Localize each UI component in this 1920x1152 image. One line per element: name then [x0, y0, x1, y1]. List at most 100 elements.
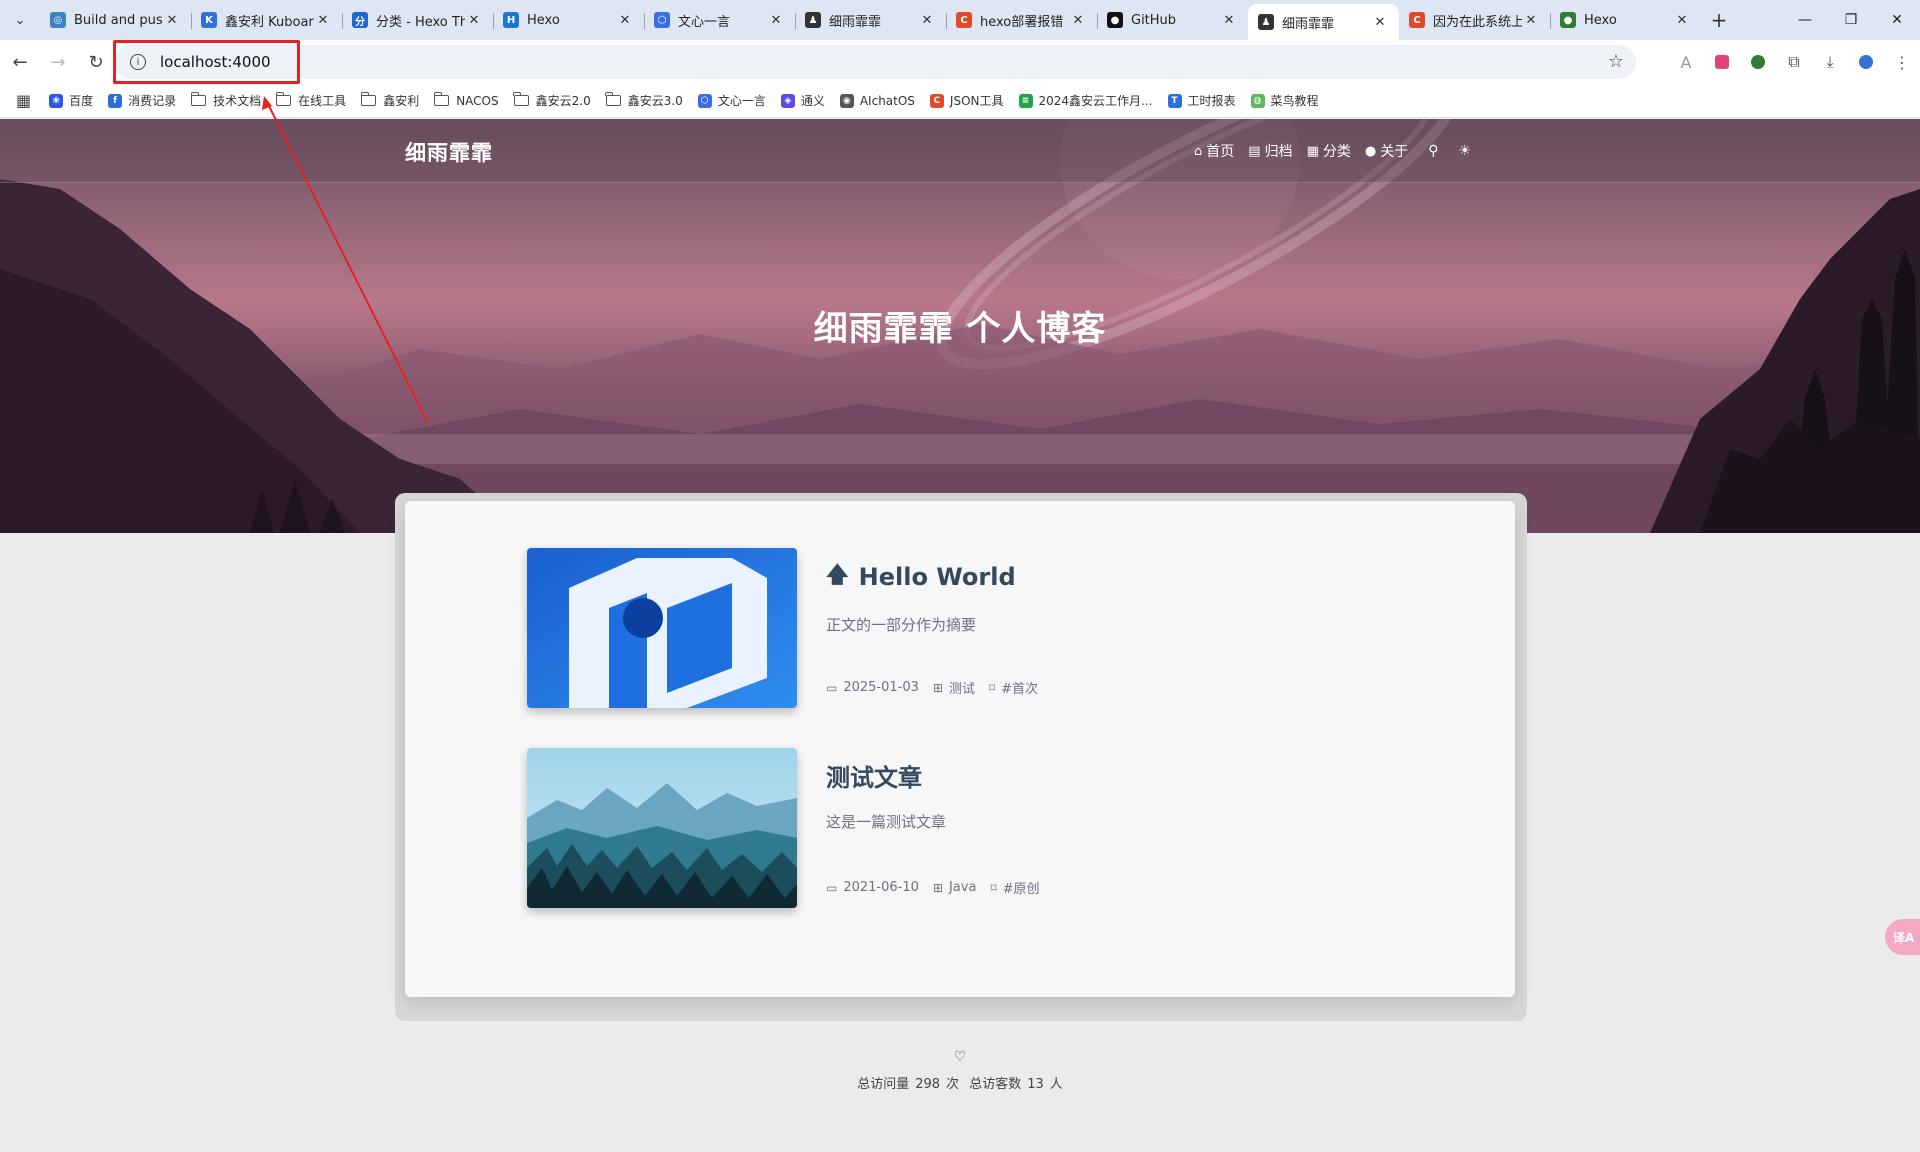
restore-button[interactable]: ❐: [1828, 0, 1874, 40]
bookmark-label[interactable]: AIchatOS: [860, 94, 915, 108]
tab-close-icon[interactable]: ✕: [465, 13, 483, 28]
bookmark-star-icon[interactable]: ☆: [1608, 51, 1624, 72]
extensions-puzzle-icon[interactable]: ⧉: [1776, 44, 1812, 80]
apps-grid-icon[interactable]: ▦: [16, 91, 31, 110]
post-tag-text[interactable]: #原创: [1003, 878, 1040, 897]
bookmark-item[interactable]: ❀ 百度: [49, 92, 93, 109]
browser-tab[interactable]: K 鑫安利 Kuboard ✕: [191, 4, 342, 36]
post-item[interactable]: 🡅 Hello World 正文的一部分作为摘要 ▭ 2025-01-03 ⊞ …: [527, 548, 1387, 710]
tab-close-icon[interactable]: ✕: [1522, 13, 1540, 28]
post-title[interactable]: 测试文章: [826, 758, 1366, 793]
bookmark-label[interactable]: 菜鸟教程: [1271, 92, 1319, 109]
reload-button[interactable]: ↻: [78, 44, 114, 80]
translate-side-widget[interactable]: 译A: [1885, 919, 1920, 955]
bookmark-label[interactable]: 工时报表: [1188, 92, 1236, 109]
forward-button[interactable]: →: [40, 44, 76, 80]
post-category[interactable]: ⊞ 测试: [933, 678, 975, 698]
bookmark-folder[interactable]: 技术文档: [190, 92, 261, 109]
profile-avatar-icon[interactable]: [1848, 44, 1884, 80]
nav-archive[interactable]: ▤ 归档: [1248, 141, 1292, 161]
translate-extension-icon[interactable]: [1704, 44, 1740, 80]
post-category-text[interactable]: Java: [949, 880, 976, 895]
tab-title[interactable]: 文心一言: [678, 11, 767, 30]
bookmark-label[interactable]: 通义: [801, 92, 825, 109]
tab-title[interactable]: 鑫安利 Kuboard: [225, 11, 314, 30]
tab-search-chevron-icon[interactable]: ⌄: [0, 0, 40, 40]
new-tab-button[interactable]: +: [1701, 0, 1737, 40]
browser-tab[interactable]: Chexo部署报错 ✕: [946, 4, 1097, 36]
bookmark-folder[interactable]: 在线工具: [275, 92, 346, 109]
downloads-icon[interactable]: ⤓: [1812, 44, 1848, 80]
bookmark-folder[interactable]: 鑫安利: [360, 92, 419, 109]
tab-title[interactable]: Hexo: [527, 13, 616, 28]
tab-title[interactable]: 细雨霏霏: [1282, 13, 1371, 32]
bookmark-item[interactable]: ⬡ 文心一言: [697, 92, 766, 109]
bookmark-label[interactable]: JSON工具: [950, 92, 1004, 109]
post-title[interactable]: 🡅 Hello World: [826, 558, 1366, 596]
nav-home[interactable]: ⌂ 首页: [1194, 141, 1234, 161]
bookmark-item[interactable]: ◈ 通义: [780, 92, 825, 109]
nav-categories[interactable]: ▦ 分类: [1307, 141, 1351, 161]
bookmark-item[interactable]: ≡ 2024鑫安云工作月...: [1018, 92, 1153, 109]
browser-tab[interactable]: ♟ 细雨霏霏 ✕: [1248, 4, 1399, 40]
bookmark-label[interactable]: 技术文档: [213, 92, 261, 109]
tab-title[interactable]: 细雨霏霏: [829, 11, 918, 30]
address-bar[interactable]: i localhost:4000 ☆: [114, 45, 1636, 79]
bookmark-label[interactable]: 2024鑫安云工作月...: [1039, 92, 1153, 109]
tab-close-icon[interactable]: ✕: [616, 13, 634, 28]
browser-tab[interactable]: ● Hexo ✕: [1550, 4, 1701, 36]
post-tag-text[interactable]: #首次: [1001, 678, 1038, 697]
tab-title[interactable]: Build and push: [74, 13, 163, 28]
tab-close-icon[interactable]: ✕: [1673, 13, 1691, 28]
bookmark-label[interactable]: NACOS: [456, 94, 498, 108]
browser-tab[interactable]: 分分类 - Hexo Th ✕: [342, 4, 493, 36]
search-icon[interactable]: ⚲: [1428, 143, 1438, 159]
browser-menu-icon[interactable]: ⋮: [1884, 44, 1920, 80]
back-button[interactable]: ←: [2, 44, 38, 80]
bookmark-label[interactable]: 鑫安云2.0: [536, 92, 591, 109]
bookmark-label[interactable]: 鑫安云3.0: [628, 92, 683, 109]
tab-close-icon[interactable]: ✕: [314, 13, 332, 28]
bookmark-item[interactable]: T 工时报表: [1167, 92, 1236, 109]
tab-close-icon[interactable]: ✕: [1220, 13, 1238, 28]
site-brand[interactable]: 细雨霏霏: [405, 137, 493, 167]
bookmark-label[interactable]: 百度: [69, 92, 93, 109]
tab-title[interactable]: hexo部署报错: [980, 11, 1069, 30]
tab-close-icon[interactable]: ✕: [1371, 15, 1389, 30]
bookmark-item[interactable]: C JSON工具: [929, 92, 1004, 109]
post-category[interactable]: ⊞ Java: [933, 880, 977, 895]
bookmark-label[interactable]: 在线工具: [298, 92, 346, 109]
tab-close-icon[interactable]: ✕: [918, 13, 936, 28]
post-tag[interactable]: ⌑ #首次: [989, 678, 1038, 698]
tab-title[interactable]: 因为在此系统上: [1433, 11, 1522, 30]
bookmark-folder[interactable]: 鑫安云2.0: [513, 92, 591, 109]
minimize-button[interactable]: —: [1782, 0, 1828, 40]
post-tag[interactable]: ⌑ #原创: [990, 878, 1040, 898]
read-aloud-icon[interactable]: A: [1668, 44, 1704, 80]
post-thumbnail[interactable]: [527, 748, 797, 908]
bookmark-label[interactable]: 鑫安利: [383, 92, 419, 109]
bookmark-folder[interactable]: NACOS: [433, 92, 499, 108]
nav-about[interactable]: ● 关于: [1365, 141, 1408, 161]
post-thumbnail[interactable]: [527, 548, 797, 708]
tab-title[interactable]: 分类 - Hexo Th: [376, 11, 465, 30]
tab-title[interactable]: Hexo: [1584, 13, 1673, 28]
post-title-text[interactable]: Hello World: [859, 563, 1016, 591]
tab-close-icon[interactable]: ✕: [163, 13, 181, 28]
browser-tab[interactable]: H Hexo ✕: [493, 4, 644, 36]
browser-tab[interactable]: ♟ 细雨霏霏 ✕: [795, 4, 946, 36]
browser-tab[interactable]: C 因为在此系统上 ✕: [1399, 4, 1550, 36]
green-extension-icon[interactable]: [1740, 44, 1776, 80]
bookmark-item[interactable]: ◍ 菜鸟教程: [1250, 92, 1319, 109]
browser-tab[interactable]: ◎ Build and push ✕: [40, 4, 191, 36]
post-item[interactable]: 测试文章 这是一篇测试文章 ▭ 2021-06-10 ⊞ Java ⌑ #原创: [527, 748, 1387, 910]
bookmark-label[interactable]: 消费记录: [128, 92, 176, 109]
post-category-text[interactable]: 测试: [949, 678, 975, 697]
tab-title[interactable]: GitHub: [1131, 13, 1220, 28]
bookmark-label[interactable]: 文心一言: [718, 92, 766, 109]
bookmark-folder[interactable]: 鑫安云3.0: [605, 92, 683, 109]
browser-tab[interactable]: ⬡ 文心一言 ✕: [644, 4, 795, 36]
close-window-button[interactable]: ✕: [1874, 0, 1920, 40]
theme-toggle-icon[interactable]: ☀: [1458, 143, 1471, 159]
browser-tab[interactable]: ● GitHub ✕: [1097, 4, 1248, 36]
